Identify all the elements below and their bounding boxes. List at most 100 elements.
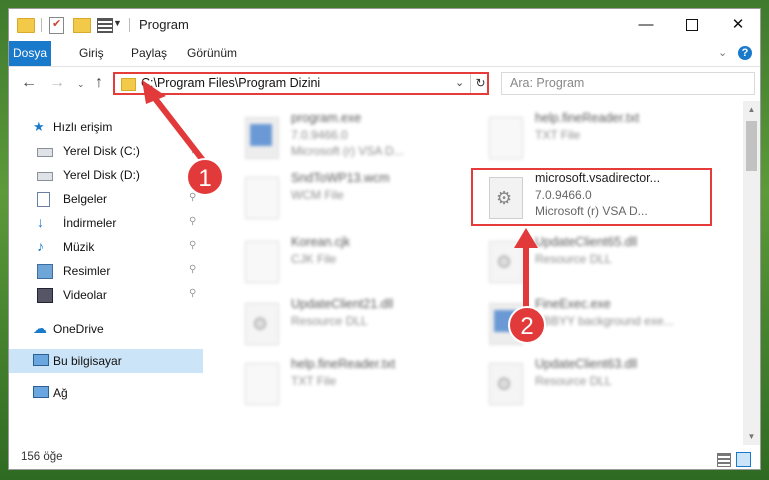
cloud-icon: ☁ bbox=[33, 320, 47, 336]
tab-share[interactable]: Paylaş bbox=[119, 41, 179, 66]
scroll-up-icon[interactable]: ▲ bbox=[743, 101, 760, 118]
file-name: UpdateClient65.dll bbox=[535, 235, 638, 249]
pin-icon[interactable]: ⚲ bbox=[189, 216, 196, 227]
file-list: program.exe 7.0.9466.0 Microsoft (r) VSA… bbox=[217, 101, 742, 445]
file-detail: 7.0.9466.0 bbox=[291, 128, 348, 142]
file-name: help.fineReader.txt bbox=[535, 111, 640, 125]
file-detail: Microsoft (r) VSA D... bbox=[291, 144, 404, 158]
file-item[interactable]: Korean.cjk CJK File bbox=[231, 235, 461, 295]
nav-item-downloads[interactable]: ↓ İndirmeler ⚲ bbox=[9, 211, 203, 235]
folder-icon bbox=[17, 18, 35, 33]
back-button[interactable]: ← bbox=[21, 74, 37, 92]
file-name: SndToWP13.wcm bbox=[291, 171, 390, 185]
file-item[interactable]: UpdateClient63.dll Resource DLL bbox=[475, 357, 705, 417]
nav-network[interactable]: Ağ bbox=[9, 381, 203, 405]
file-name: help.fineReader.txt bbox=[291, 357, 396, 371]
dll-file-icon bbox=[245, 303, 279, 345]
view-icon[interactable] bbox=[97, 18, 113, 33]
file-item[interactable]: SndToWP13.wcm WCM File bbox=[231, 171, 461, 231]
file-name: program.exe bbox=[291, 111, 362, 125]
large-icons-view-icon[interactable] bbox=[736, 452, 751, 467]
nav-label: Yerel Disk (D:) bbox=[63, 168, 140, 182]
nav-item-disk-c[interactable]: Yerel Disk (C:) ⚲ bbox=[9, 139, 203, 163]
file-detail: CJK File bbox=[291, 252, 337, 266]
file-item[interactable]: UpdateClient21.dll Resource DLL bbox=[231, 297, 461, 357]
address-dropdown-icon[interactable]: ⌄ bbox=[455, 76, 464, 89]
scroll-down-icon[interactable]: ▼ bbox=[743, 428, 760, 445]
forward-button[interactable]: → bbox=[49, 74, 65, 92]
network-icon bbox=[33, 386, 49, 398]
vertical-scrollbar[interactable]: ▲ ▼ bbox=[743, 101, 760, 445]
details-view-icon[interactable] bbox=[717, 453, 731, 467]
new-folder-icon[interactable] bbox=[73, 18, 91, 33]
file-name: UpdateClient63.dll bbox=[535, 357, 638, 371]
customize-quick-access-icon[interactable]: ▼ bbox=[113, 18, 122, 28]
tab-view[interactable]: Görünüm bbox=[175, 41, 249, 66]
close-button[interactable]: ✕ bbox=[715, 9, 760, 41]
search-placeholder[interactable]: Ara: Program bbox=[510, 76, 584, 90]
nav-label: Yerel Disk (C:) bbox=[63, 144, 140, 158]
divider bbox=[41, 18, 42, 32]
nav-quick-access[interactable]: ★ Hızlı erişim bbox=[9, 115, 203, 139]
nav-label: İndirmeler bbox=[63, 216, 117, 230]
maximize-icon bbox=[686, 19, 698, 32]
refresh-button[interactable]: ↻ bbox=[470, 74, 490, 93]
ribbon-tabs: Dosya Giriş Paylaş Görünüm ⌄ ? bbox=[9, 41, 760, 67]
tab-file[interactable]: Dosya bbox=[9, 41, 51, 66]
expand-ribbon-icon[interactable]: ⌄ bbox=[718, 46, 727, 59]
scroll-thumb[interactable] bbox=[746, 121, 757, 171]
explorer-window: ▼ Program — ✕ Dosya Giriş Paylaş Görünüm… bbox=[8, 8, 761, 470]
minimize-button[interactable]: — bbox=[623, 9, 669, 41]
title-bar: ▼ Program — ✕ bbox=[9, 9, 760, 41]
nav-label: Hızlı erişim bbox=[53, 120, 113, 134]
folder-icon bbox=[121, 78, 136, 91]
file-name: FineExec.exe bbox=[535, 297, 611, 311]
nav-label: OneDrive bbox=[53, 322, 104, 336]
nav-this-pc[interactable]: Bu bilgisayar bbox=[9, 349, 203, 373]
maximize-button[interactable] bbox=[669, 9, 715, 41]
nav-item-disk-d[interactable]: Yerel Disk (D:) bbox=[9, 163, 203, 187]
pin-icon[interactable]: ⚲ bbox=[189, 240, 196, 251]
file-item[interactable]: program.exe 7.0.9466.0 Microsoft (r) VSA… bbox=[231, 111, 461, 171]
properties-icon[interactable] bbox=[49, 17, 64, 34]
file-detail: ABBYY background exe... bbox=[535, 314, 674, 328]
file-detail: WCM File bbox=[291, 188, 344, 202]
pictures-icon bbox=[37, 264, 53, 279]
drive-icon bbox=[37, 148, 53, 157]
divider bbox=[129, 18, 130, 32]
item-count: 156 öğe bbox=[21, 451, 63, 463]
search-box[interactable]: Ara: Program bbox=[501, 72, 755, 95]
nav-onedrive[interactable]: ☁ OneDrive bbox=[9, 317, 203, 341]
file-item[interactable]: help.fineReader.txt TXT File bbox=[231, 357, 461, 417]
drive-icon bbox=[37, 172, 53, 181]
documents-icon bbox=[37, 192, 50, 207]
address-bar[interactable]: C:\Program Files\Program Dizini ⌄ ↻ bbox=[113, 72, 489, 95]
text-file-icon bbox=[245, 363, 279, 405]
file-detail: Resource DLL bbox=[291, 314, 368, 328]
star-icon: ★ bbox=[33, 119, 45, 134]
nav-label: Resimler bbox=[63, 264, 111, 278]
help-icon[interactable]: ? bbox=[738, 46, 752, 60]
nav-item-videos[interactable]: Videolar ⚲ bbox=[9, 283, 203, 307]
nav-item-music[interactable]: ♪ Müzik ⚲ bbox=[9, 235, 203, 259]
pin-icon[interactable]: ⚲ bbox=[189, 264, 196, 275]
nav-label: Videolar bbox=[63, 288, 107, 302]
navigation-bar: ← → ⌄ ↑ C:\Program Files\Program Dizini … bbox=[9, 67, 760, 100]
file-detail: Resource DLL bbox=[535, 252, 612, 266]
status-bar: 156 öğe bbox=[9, 449, 760, 469]
recent-locations-icon[interactable]: ⌄ bbox=[77, 79, 85, 90]
nav-item-pictures[interactable]: Resimler ⚲ bbox=[9, 259, 203, 283]
dll-file-icon bbox=[489, 363, 523, 405]
pin-icon[interactable]: ⚲ bbox=[189, 288, 196, 299]
file-item[interactable]: help.fineReader.txt TXT File bbox=[475, 111, 705, 171]
pin-icon[interactable]: ⚲ bbox=[189, 144, 196, 155]
navigation-pane: ★ Hızlı erişim Yerel Disk (C:) ⚲ Yerel D… bbox=[9, 101, 205, 453]
tab-home[interactable]: Giriş bbox=[67, 41, 116, 66]
address-path[interactable]: C:\Program Files\Program Dizini bbox=[141, 76, 320, 90]
download-icon: ↓ bbox=[37, 214, 44, 230]
text-file-icon bbox=[489, 117, 523, 159]
up-button[interactable]: ↑ bbox=[95, 74, 103, 92]
music-icon: ♪ bbox=[37, 238, 44, 254]
nav-item-documents[interactable]: Belgeler ⚲ bbox=[9, 187, 203, 211]
file-item[interactable]: UpdateClient65.dll Resource DLL bbox=[475, 235, 705, 295]
